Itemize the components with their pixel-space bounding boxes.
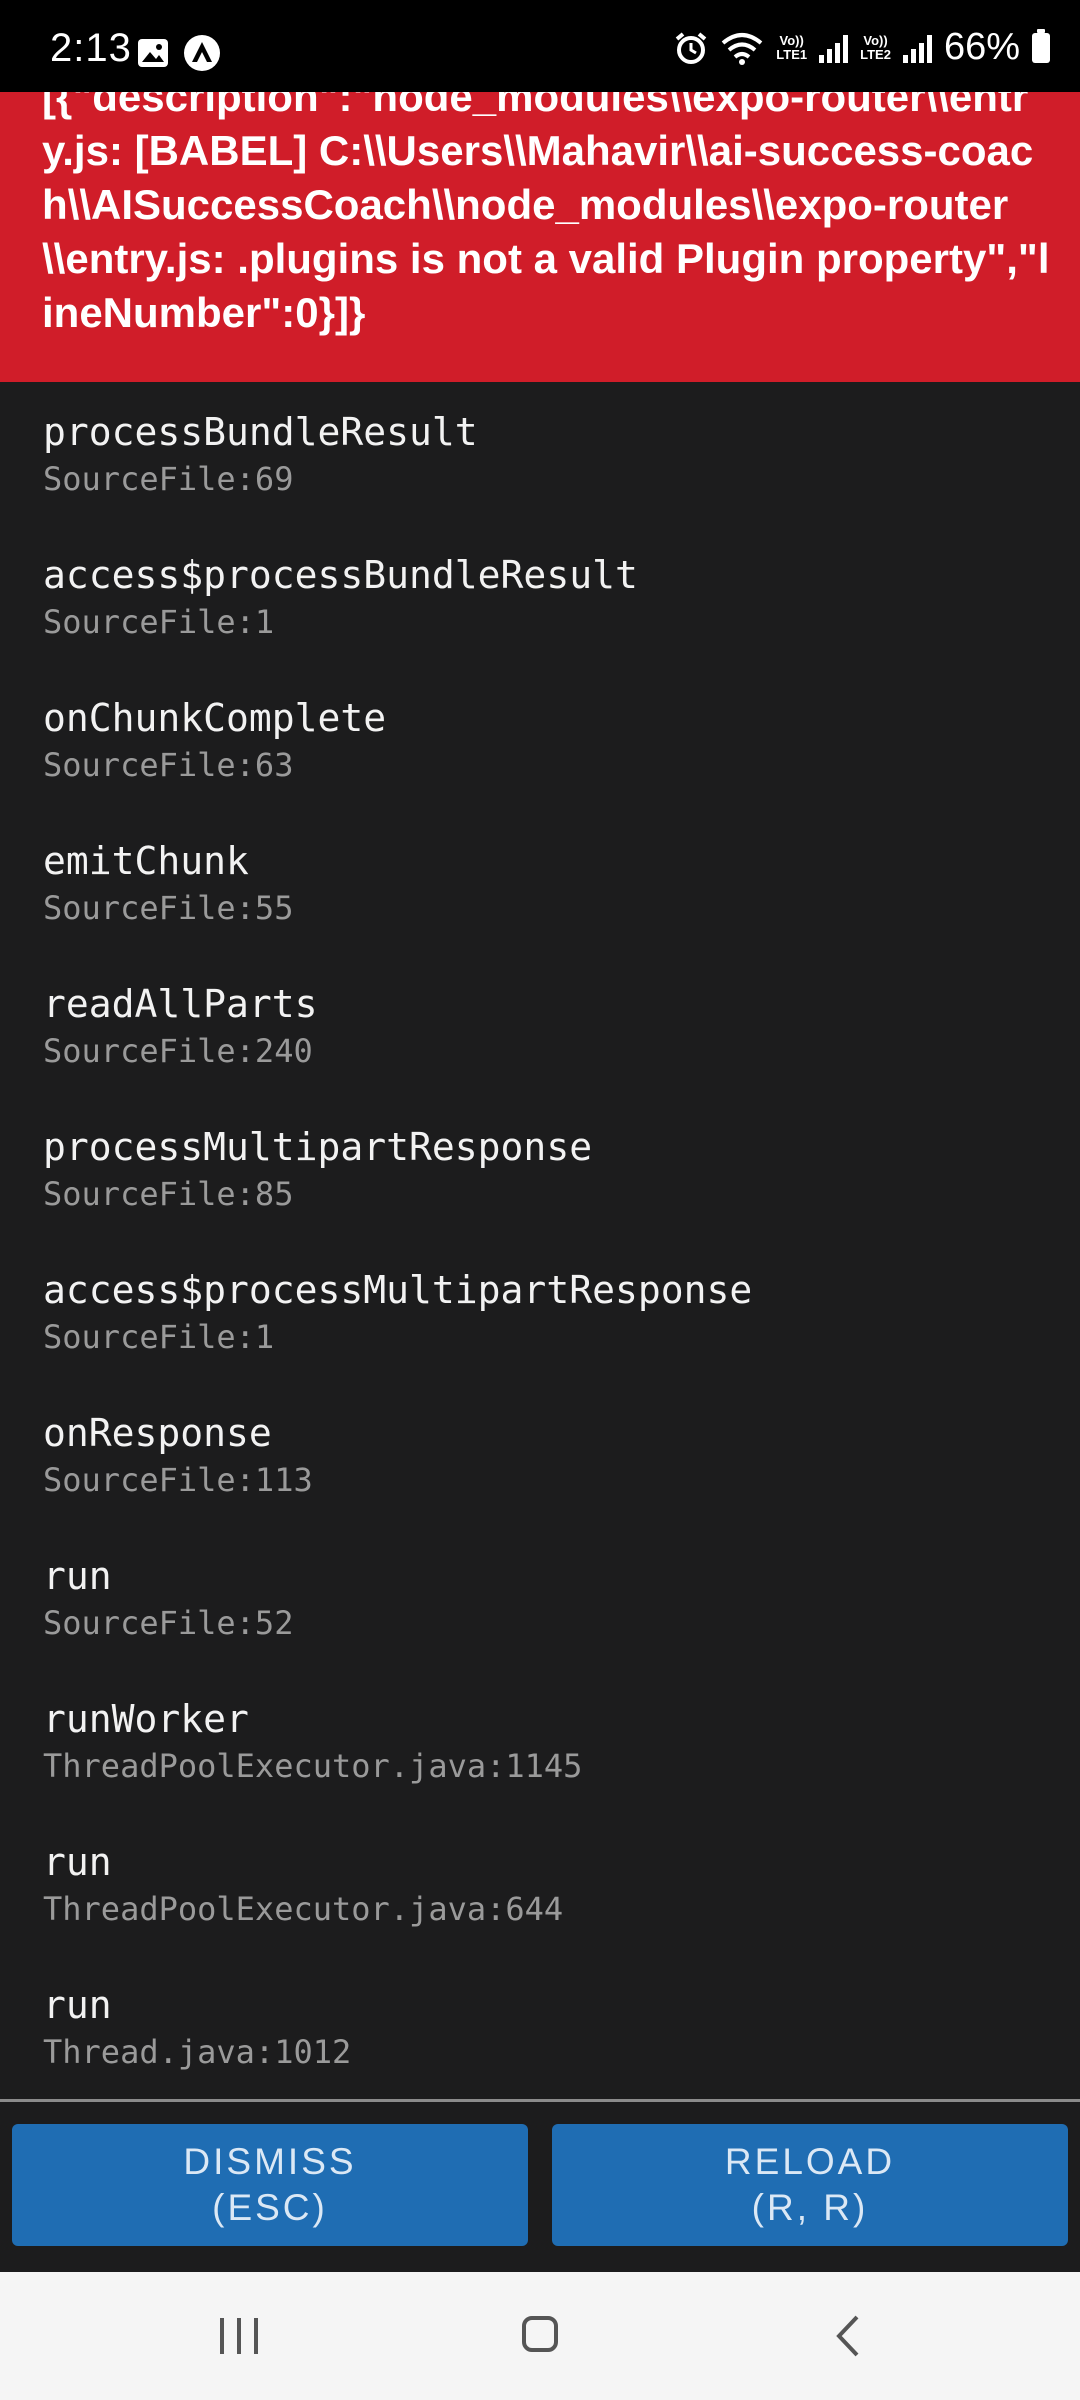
battery-icon	[1032, 28, 1050, 63]
frame-source-location: SourceFile:52	[43, 1604, 294, 1642]
frame-method-name: access$processMultipartResponse	[43, 1268, 753, 1312]
error-message: [{"description":"node_modules\\expo-rout…	[42, 92, 1050, 336]
frame-source-location: SourceFile:113	[43, 1461, 313, 1499]
frame-method-name: processBundleResult	[43, 410, 478, 454]
stack-frame[interactable]: onChunkComplete SourceFile:63	[43, 694, 386, 788]
frame-method-name: run	[43, 1840, 112, 1884]
stack-frame[interactable]: onResponse SourceFile:113	[43, 1409, 313, 1503]
frame-source-location: SourceFile:85	[43, 1175, 294, 1213]
status-bar: 2:13 Vo)) LTE1 Vo)) LTE2 66%	[0, 0, 1080, 92]
frame-method-name: onChunkComplete	[43, 696, 387, 740]
frame-source-location: ThreadPoolExecutor.java:1145	[43, 1747, 583, 1785]
status-time: 2:13	[50, 26, 132, 70]
stack-frame[interactable]: emitChunk SourceFile:55	[43, 837, 293, 931]
frame-source-location: Thread.java:1012	[43, 2033, 352, 2071]
frame-source-location: SourceFile:1	[43, 603, 275, 641]
stack-frame[interactable]: run SourceFile:52	[43, 1552, 293, 1646]
system-nav-bar	[0, 2272, 1080, 2400]
stack-trace-list[interactable]: processBundleResult SourceFile:69 access$p…	[0, 382, 1080, 2099]
recents-icon[interactable]	[220, 2318, 258, 2354]
footer-actions: DISMISS (ESC) RELOAD (R, R)	[0, 2102, 1080, 2272]
frame-source-location: SourceFile:1	[43, 1318, 275, 1356]
frame-source-location: SourceFile:63	[43, 746, 294, 784]
frame-method-name: onResponse	[43, 1411, 272, 1455]
alarm-icon	[676, 31, 707, 64]
reload-button[interactable]: RELOAD (R, R)	[552, 2124, 1068, 2246]
stack-frame[interactable]: run ThreadPoolExecutor.java:644	[43, 1838, 563, 1932]
wifi-icon	[721, 32, 763, 65]
back-icon[interactable]	[836, 2315, 860, 2357]
battery-percent: 66%	[943, 26, 1020, 68]
home-icon[interactable]	[522, 2316, 558, 2352]
frame-method-name: access$processBundleResult	[43, 553, 638, 597]
signal-sim2-icon: Vo)) LTE2	[860, 32, 891, 62]
frame-method-name: readAllParts	[43, 982, 318, 1026]
frame-source-location: SourceFile:55	[43, 889, 294, 927]
gallery-icon	[138, 39, 168, 67]
frame-method-name: run	[43, 1983, 112, 2027]
stack-frame[interactable]: readAllParts SourceFile:240	[43, 980, 318, 1074]
frame-method-name: runWorker	[43, 1697, 249, 1741]
frame-source-location: SourceFile:240	[43, 1032, 313, 1070]
error-banner: [{"description":"node_modules\\expo-rout…	[0, 92, 1080, 382]
stack-frame[interactable]: processBundleResult SourceFile:69	[43, 408, 478, 502]
frame-source-location: ThreadPoolExecutor.java:644	[43, 1890, 564, 1928]
stack-frame[interactable]: access$processBundleResult SourceFile:1	[43, 551, 638, 645]
dismiss-button[interactable]: DISMISS (ESC)	[12, 2124, 528, 2246]
stack-frame[interactable]: processMultipartResponse SourceFile:85	[43, 1123, 592, 1217]
stack-frame[interactable]: runWorker ThreadPoolExecutor.java:1145	[43, 1695, 582, 1789]
stack-frame[interactable]: access$processMultipartResponse SourceFil…	[43, 1266, 752, 1360]
frame-method-name: emitChunk	[43, 839, 249, 883]
frame-method-name: run	[43, 1554, 112, 1598]
frame-source-location: SourceFile:69	[43, 460, 294, 498]
app-notification-icon	[184, 35, 220, 71]
signal-sim1-icon: Vo)) LTE1	[776, 32, 808, 62]
frame-method-name: processMultipartResponse	[43, 1125, 593, 1169]
stack-frame[interactable]: run Thread.java:1012	[43, 1981, 351, 2075]
